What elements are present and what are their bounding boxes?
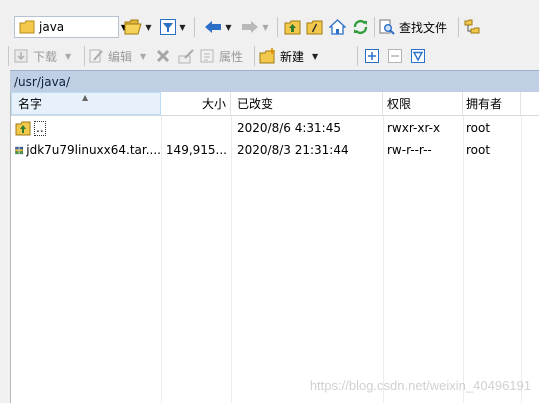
parent-directory-button[interactable] [282, 16, 302, 38]
new-label: 新建 [280, 49, 305, 64]
edit-button[interactable]: 编辑 ▼ [88, 45, 152, 67]
file-modified-cell: 2020/8/6 4:31:45 [237, 121, 341, 135]
sort-ascending-icon: ▲ [82, 93, 89, 102]
chevron-down-icon: ▼ [225, 22, 232, 32]
select-filter-button[interactable] [408, 45, 428, 67]
arrow-left-icon [205, 21, 222, 33]
refresh-icon [353, 19, 367, 35]
chevron-down-icon: ▼ [262, 22, 269, 32]
file-owner-cell: root [466, 143, 491, 157]
delete-icon [156, 49, 170, 63]
toolbar-main: java ▼ ▼ ▼ ▼ ▼ 查找文件 [0, 0, 539, 40]
toolbar-separator [84, 46, 85, 66]
filter-button[interactable]: ▼ [157, 16, 189, 38]
toolbar-separator [194, 17, 195, 37]
column-header-modified[interactable]: 已改变 [231, 92, 383, 115]
filter-icon [160, 19, 177, 35]
chevron-down-icon: ▼ [65, 51, 72, 61]
toolbar-separator [8, 46, 9, 66]
watermark: https://blog.csdn.net/weixin_40496191 [309, 378, 531, 393]
new-button[interactable]: 新建 ▼ [259, 45, 321, 67]
file-size-cell: 149,915... [165, 143, 227, 157]
folder-icon [19, 20, 35, 34]
new-folder-icon [259, 48, 275, 64]
current-path: /usr/java/ [14, 74, 71, 89]
find-files-icon [379, 19, 395, 35]
table-row[interactable]: jdk7u79linuxx64.tar.... 149,915... 2020/… [11, 139, 539, 161]
forward-button[interactable]: ▼ [237, 16, 273, 38]
file-size-cell [161, 117, 227, 139]
home-icon [328, 19, 346, 35]
toolbar-separator [374, 17, 375, 37]
folder-tree-icon [464, 19, 480, 34]
file-name-cell: .. [15, 117, 161, 139]
folder-slash-icon [306, 20, 322, 34]
download-label: 下载 [33, 49, 58, 64]
chevron-down-icon: ▼ [140, 51, 147, 61]
toolbar-separator [458, 17, 459, 37]
file-owner-cell: root [466, 121, 491, 135]
filter-icon [411, 49, 425, 63]
edit-icon [89, 49, 103, 63]
toolbar-separator [357, 46, 358, 66]
file-name: jdk7u79linuxx64.tar.... [26, 143, 161, 157]
delete-button[interactable] [153, 45, 173, 67]
file-permissions-cell: rw-r--r-- [387, 143, 432, 157]
arrow-right-icon [242, 21, 259, 33]
rename-icon [178, 49, 194, 64]
column-owner-label: 拥有者 [466, 97, 503, 111]
collapse-button[interactable] [385, 45, 405, 67]
back-button[interactable]: ▼ [200, 16, 236, 38]
open-folder-button[interactable]: ▼ [122, 16, 154, 38]
archive-icon [15, 146, 24, 154]
chevron-down-icon: ▼ [145, 22, 152, 32]
tree-view-button[interactable] [462, 16, 482, 38]
file-permissions-cell: rwxr-xr-x [387, 121, 441, 135]
open-folder-icon [124, 19, 143, 35]
column-header-permissions[interactable]: 权限 [383, 92, 463, 115]
location-combobox[interactable]: java ▼ [14, 16, 127, 38]
refresh-button[interactable] [350, 16, 370, 38]
column-permissions-label: 权限 [387, 97, 412, 111]
location-value: java [39, 20, 65, 34]
column-header-owner[interactable]: 拥有者 [463, 92, 521, 115]
download-button[interactable]: 下载 ▼ [13, 45, 79, 67]
column-size-label: 大小 [201, 97, 226, 111]
column-modified-label: 已改变 [237, 97, 274, 111]
table-row[interactable]: .. 2020/8/6 4:31:45 rwxr-xr-x root [11, 117, 539, 139]
find-files-button[interactable]: 查找文件 [379, 16, 455, 38]
folder-up-icon [284, 20, 300, 34]
minus-icon [388, 49, 402, 63]
properties-icon [200, 49, 214, 63]
plus-icon [365, 49, 379, 63]
file-modified-cell: 2020/8/3 21:31:44 [237, 143, 349, 157]
column-name-label: 名字 [18, 97, 43, 111]
file-name-cell: jdk7u79linuxx64.tar.... [15, 139, 161, 161]
chevron-down-icon: ▼ [179, 22, 186, 32]
rename-button[interactable] [175, 45, 197, 67]
toolbar-separator [254, 46, 255, 66]
root-directory-button[interactable] [304, 16, 324, 38]
home-button[interactable] [327, 16, 347, 38]
column-header-name[interactable]: 名字 ▲ [11, 92, 161, 115]
properties-label: 属性 [219, 49, 244, 64]
parent-folder-icon [15, 121, 31, 135]
download-icon [14, 49, 28, 63]
column-header: 名字 ▲ 大小 已改变 权限 拥有者 [11, 92, 539, 116]
column-header-size[interactable]: 大小 [161, 92, 231, 115]
toolbar-separator [277, 17, 278, 37]
current-path-bar: /usr/java/ [10, 70, 539, 92]
file-list: 名字 ▲ 大小 已改变 权限 拥有者 .. 2020/8/6 4:31:45 r… [10, 92, 539, 403]
edit-label: 编辑 [108, 49, 133, 64]
chevron-down-icon: ▼ [312, 51, 319, 61]
properties-button[interactable]: 属性 [199, 45, 251, 67]
expand-button[interactable] [362, 45, 382, 67]
find-files-label: 查找文件 [399, 20, 448, 35]
file-name: .. [34, 120, 46, 136]
